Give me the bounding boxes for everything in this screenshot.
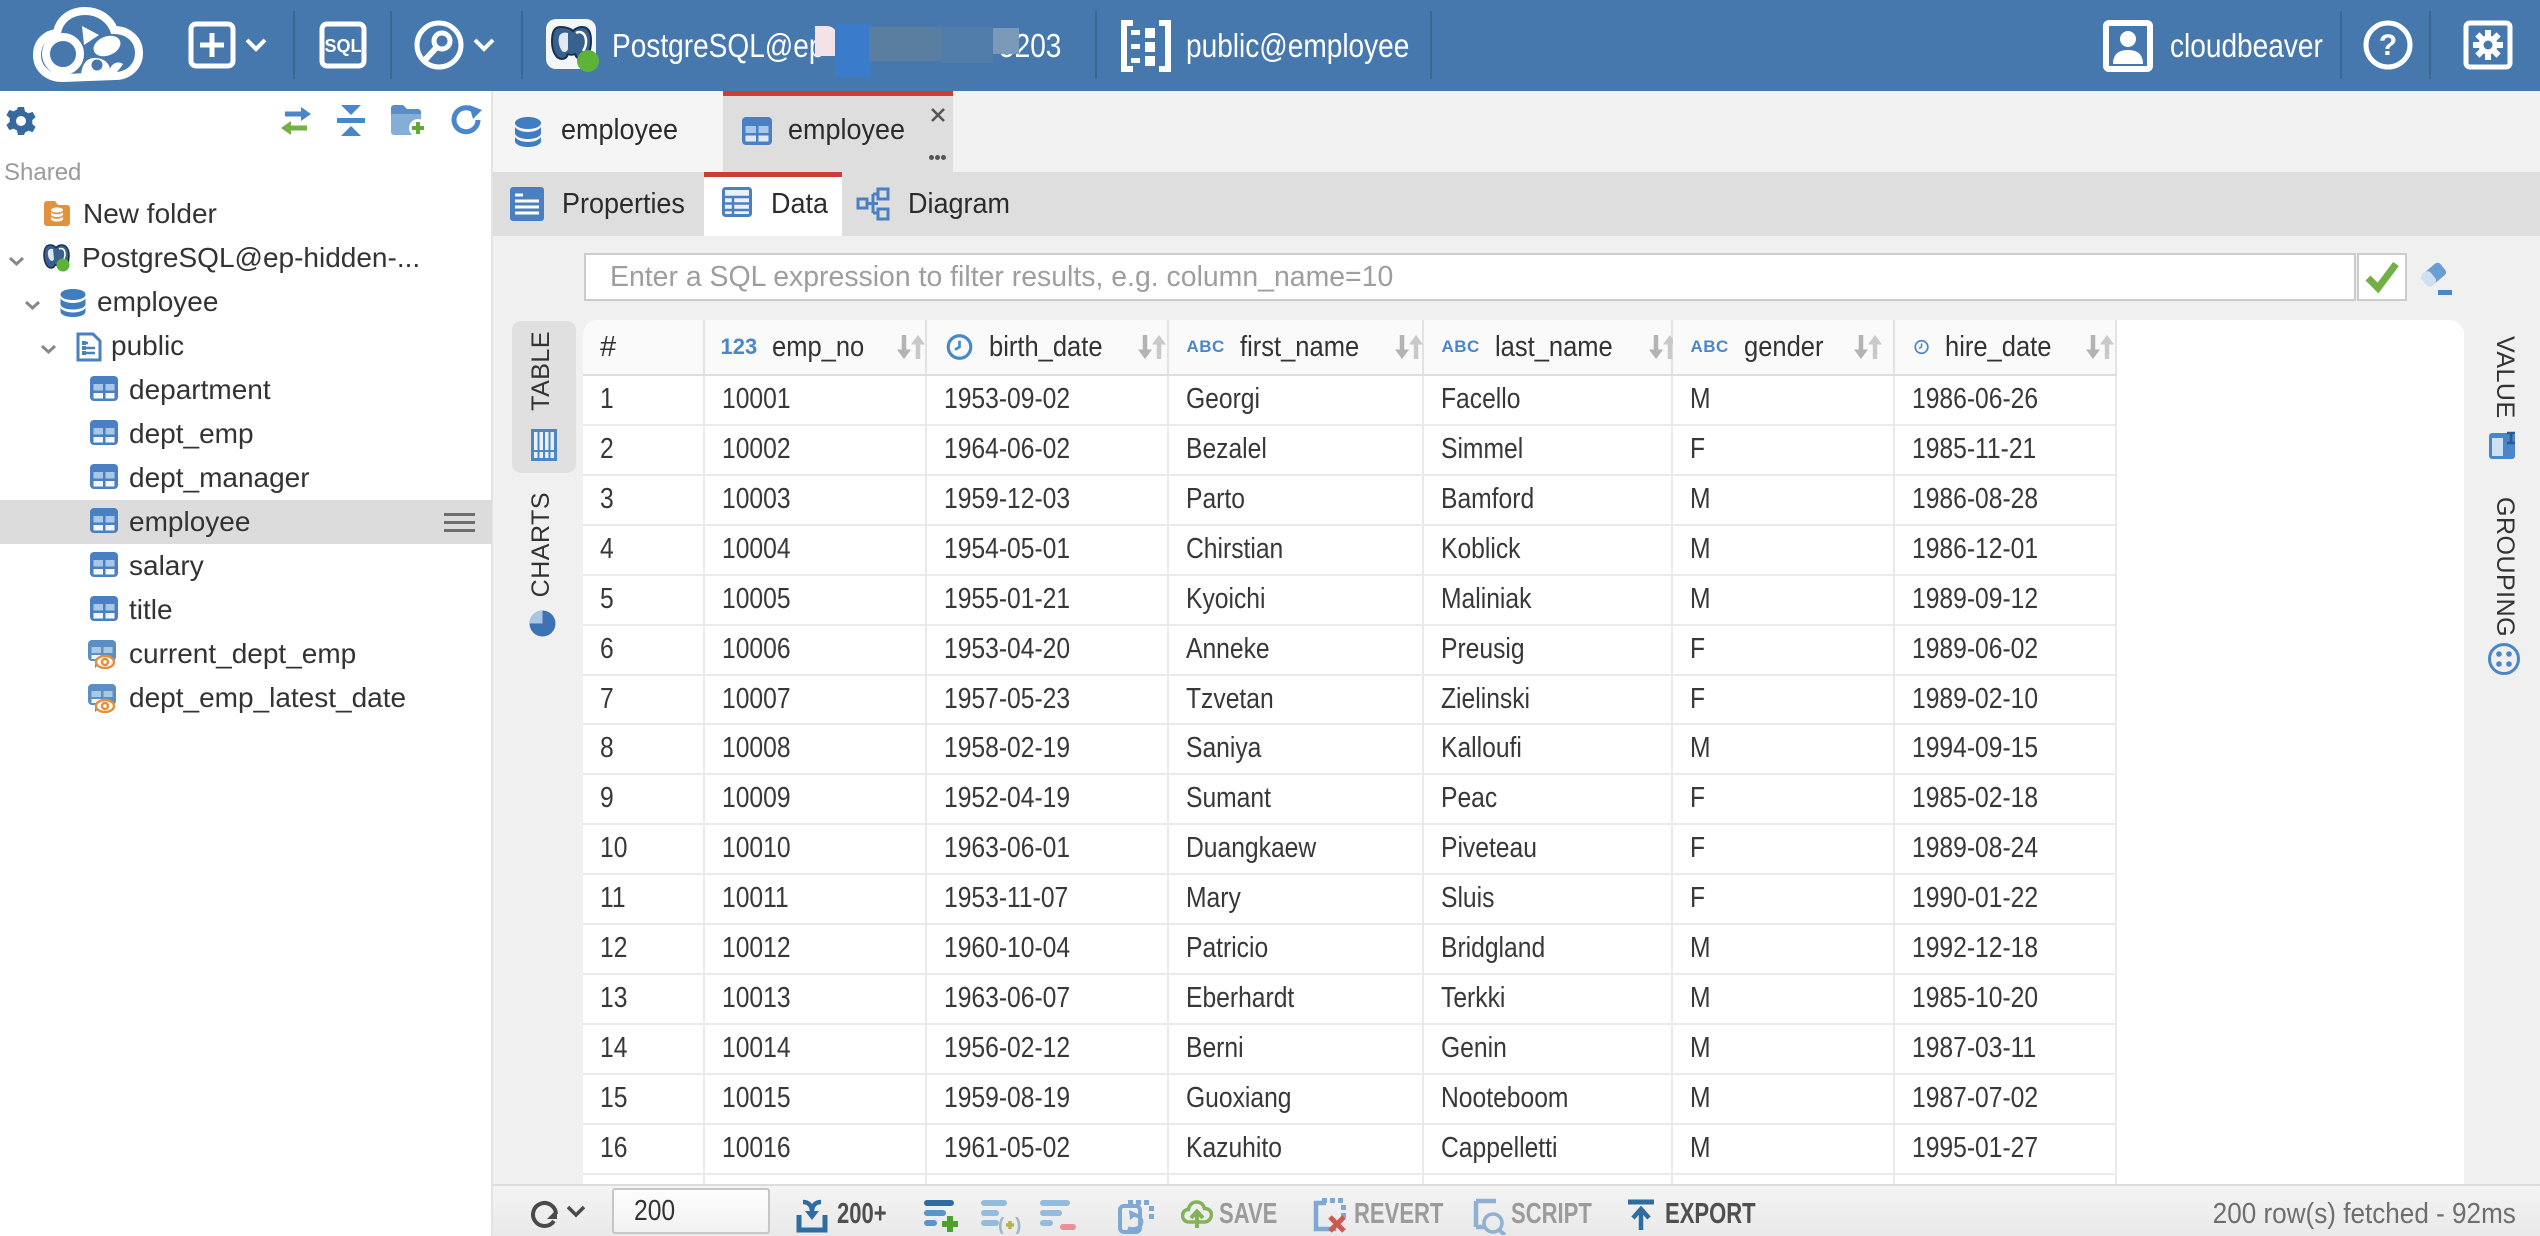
svg-text:SQL: SQL: [324, 36, 361, 56]
svg-text:): ): [1015, 1215, 1021, 1234]
svg-text:?: ?: [2379, 29, 2397, 62]
svg-text:(: (: [998, 1215, 1005, 1234]
